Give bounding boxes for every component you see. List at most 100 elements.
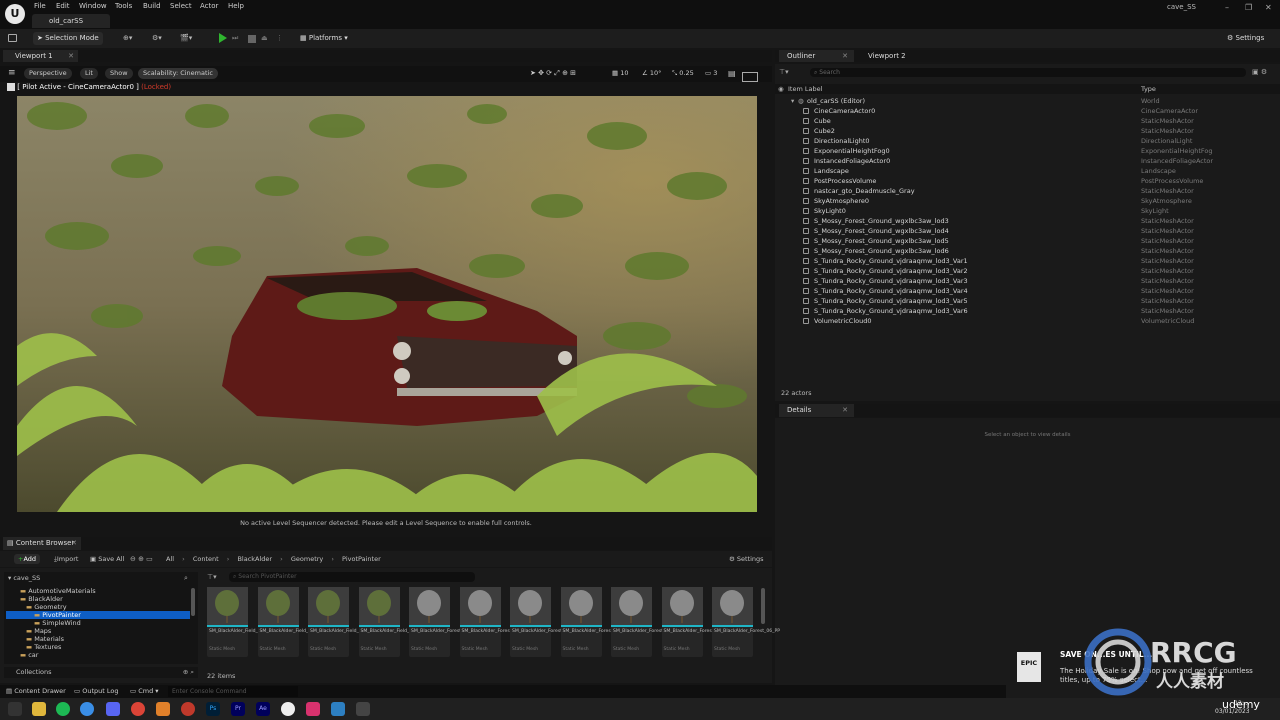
chrome-icon[interactable] [131,702,145,716]
grid-snap[interactable]: ▦ 10 [612,68,629,79]
tree-item[interactable]: ▬ car [6,651,190,659]
outliner-row[interactable]: CineCameraActor0 CineCameraActor [775,106,1280,116]
asset-tile[interactable]: SM_BlackAlder_Forest_01_PP Static Mesh [409,587,477,657]
menu-help[interactable]: Help [228,2,244,12]
tree-item[interactable]: ▬ SimpleWind [6,619,190,627]
viewport2-tab[interactable]: Viewport 2 [862,50,906,62]
tree-search-icon[interactable]: ⌕ [184,574,188,583]
tree-item[interactable]: ▬ AutomotiveMaterials [6,587,190,595]
eject-icon[interactable]: ⏏ [261,32,268,45]
visibility-icon[interactable]: ◉ [778,84,784,94]
perspective-button[interactable]: Perspective [24,68,72,79]
outliner-row[interactable]: S_Tundra_Rocky_Ground_vjdraaqmw_lod3_Var… [775,296,1280,306]
cinematics-icon[interactable]: 🎬▾ [180,32,192,45]
collections-icons[interactable]: ⊕ ⌕ [183,667,194,678]
outliner-row[interactable]: S_Tundra_Rocky_Ground_vjdraaqmw_lod3_Var… [775,276,1280,286]
content-browser-tab[interactable]: ▤ Content Browser ✕ [3,537,81,550]
scale-snap[interactable]: ⤡ 0.25 [672,68,694,79]
premiere-icon[interactable]: Pr [231,702,245,716]
photoshop-icon[interactable]: Ps [206,702,220,716]
outliner-row-world[interactable]: ▾ ◍ old_carSS (Editor) World [775,96,1280,106]
breadcrumb-geometry[interactable]: Geometry [291,555,323,563]
tree-item[interactable]: ▬ Geometry [6,603,190,611]
close-tab-icon[interactable]: ✕ [68,50,74,62]
outliner-row[interactable]: S_Mossy_Forest_Ground_wgxlbc3aw_lod6 Stat… [775,246,1280,256]
after-effects-icon[interactable]: Ae [256,702,270,716]
save-icon[interactable] [8,34,17,42]
unreal-taskbar-icon[interactable] [281,702,295,716]
asset-search-input[interactable]: ⌕ Search PivotPainter [229,572,475,582]
outliner-row[interactable]: S_Tundra_Rocky_Ground_vjdraaqmw_lod3_Var… [775,286,1280,296]
close-tab-icon[interactable]: ✕ [842,404,848,416]
history-nav-icons[interactable]: ⊖ ⊕ ▭ [130,554,153,564]
scalability-button[interactable]: Scalability: Cinematic [138,68,218,79]
viewport-tab[interactable]: Viewport 1 ✕ [3,50,78,62]
add-content-icon[interactable]: ⊕▾ [123,32,132,45]
windows-start-icon[interactable] [8,702,22,716]
file-explorer-icon[interactable] [32,702,46,716]
outliner-row[interactable]: S_Tundra_Rocky_Ground_vjdraaqmw_lod3_Var… [775,266,1280,276]
close-tab-icon[interactable]: ✕ [842,50,848,62]
menu-tools[interactable]: Tools [115,2,132,12]
add-button[interactable]: +Add [14,554,41,564]
save-all-button[interactable]: ▣ Save All [90,554,124,564]
more-options-icon[interactable]: ⋮ [276,32,283,45]
menu-file[interactable]: File [34,2,46,12]
blueprint-icon[interactable]: ⚙▾ [152,32,162,45]
stop-icon[interactable] [248,35,256,43]
outliner-row[interactable]: PostProcessVolume PostProcessVolume [775,176,1280,186]
maximize-icon[interactable]: ❐ [1245,3,1252,12]
asset-tile[interactable]: SM_BlackAlder_Forest_04_PP Static Mesh [611,587,679,657]
play-icon[interactable] [219,33,227,43]
asset-tile[interactable]: SM_BlackAlder_Forest_03_PP Static Mesh [560,587,629,657]
unreal-logo-icon[interactable]: U [5,4,25,24]
asset-filter-icon[interactable]: ⊤▾ [207,573,217,581]
breadcrumb-all[interactable]: All [166,555,174,563]
menu-actor[interactable]: Actor [200,2,218,12]
outliner-row[interactable]: SkyAtmosphere0 SkyAtmosphere [775,196,1280,206]
expand-icon[interactable]: ▾ [791,96,794,106]
asset-tile[interactable]: SM_BlackAlder_Field_04_PP Static Mesh [358,587,423,657]
outliner-row[interactable]: nastcar_gto_Deadmuscle_Gray StaticMeshAct… [775,186,1280,196]
menu-build[interactable]: Build [143,2,161,12]
asset-tile[interactable]: SM_BlackAlder_Forest_02_PP Static Mesh [510,587,578,657]
outliner-row[interactable]: S_Tundra_Rocky_Ground_vjdraaqmw_lod3_Var… [775,256,1280,266]
asset-tile[interactable]: SM_BlackAlder_Field_02_PP Static Mesh [257,587,322,657]
breadcrumb-pivotpainter[interactable]: PivotPainter [342,555,381,563]
filter-icon[interactable]: ⊤▾ [779,68,789,76]
hamburger-menu-icon[interactable]: ≡ [8,68,16,78]
show-button[interactable]: Show [105,68,133,79]
rotation-snap[interactable]: ∠ 10° [642,68,661,79]
outliner-row[interactable]: S_Mossy_Forest_Ground_wgxlbc3aw_lod4 Stat… [775,226,1280,236]
layout-icon[interactable]: ▤ [728,68,736,79]
lit-button[interactable]: Lit [80,68,98,79]
outliner-row[interactable]: S_Mossy_Forest_Ground_wgxlbc3aw_lod3 Stat… [775,216,1280,226]
outliner-row[interactable]: Cube StaticMeshActor [775,116,1280,126]
breadcrumb-blackalder[interactable]: BlackAlder [237,555,272,563]
close-icon[interactable]: ✕ [1265,3,1272,12]
camera-speed[interactable]: ▭ 3 [705,68,717,79]
outliner-options-icon[interactable]: ▣ ⚙ [1252,68,1267,76]
outliner-row[interactable]: ExponentialHeightFog0 ExponentialHeightFo… [775,146,1280,156]
transform-tools[interactable]: ➤ ✥ ⟳ ⤢ ⊕ ⊞ [530,68,576,79]
outliner-row[interactable]: Landscape Landscape [775,166,1280,176]
step-icon[interactable]: ⏭ [232,32,238,45]
outliner-row[interactable]: DirectionalLight0 DirectionalLight [775,136,1280,146]
viewport-scene[interactable] [17,96,757,512]
browser-icon[interactable] [80,702,94,716]
details-tab[interactable]: Details ✕ [779,404,854,417]
output-log-button[interactable]: ▭ Output Log [74,686,118,697]
outliner-row[interactable]: InstancedFoliageActor0 InstancedFoliageAc… [775,156,1280,166]
outliner-tab[interactable]: Outliner ✕ [779,50,854,62]
col-type[interactable]: Type [1141,84,1156,94]
outliner-row[interactable]: Cube2 StaticMeshActor [775,126,1280,136]
import-button[interactable]: ⤓Import [54,554,78,564]
outliner-row[interactable]: VolumetricCloud0 VolumetricCloud [775,316,1280,326]
tree-scrollbar[interactable] [191,588,195,616]
cmd-button[interactable]: ▭ Cmd ▾ [130,686,159,697]
camera-icon[interactable] [7,83,15,91]
app-icon[interactable] [181,702,195,716]
asset-tile[interactable]: SM_BlackAlder_Forest_05_PP Static Mesh [661,587,730,657]
platforms-button[interactable]: ▦ Platforms ▾ [300,32,348,45]
tree-item[interactable]: ▬ Textures [6,643,190,651]
